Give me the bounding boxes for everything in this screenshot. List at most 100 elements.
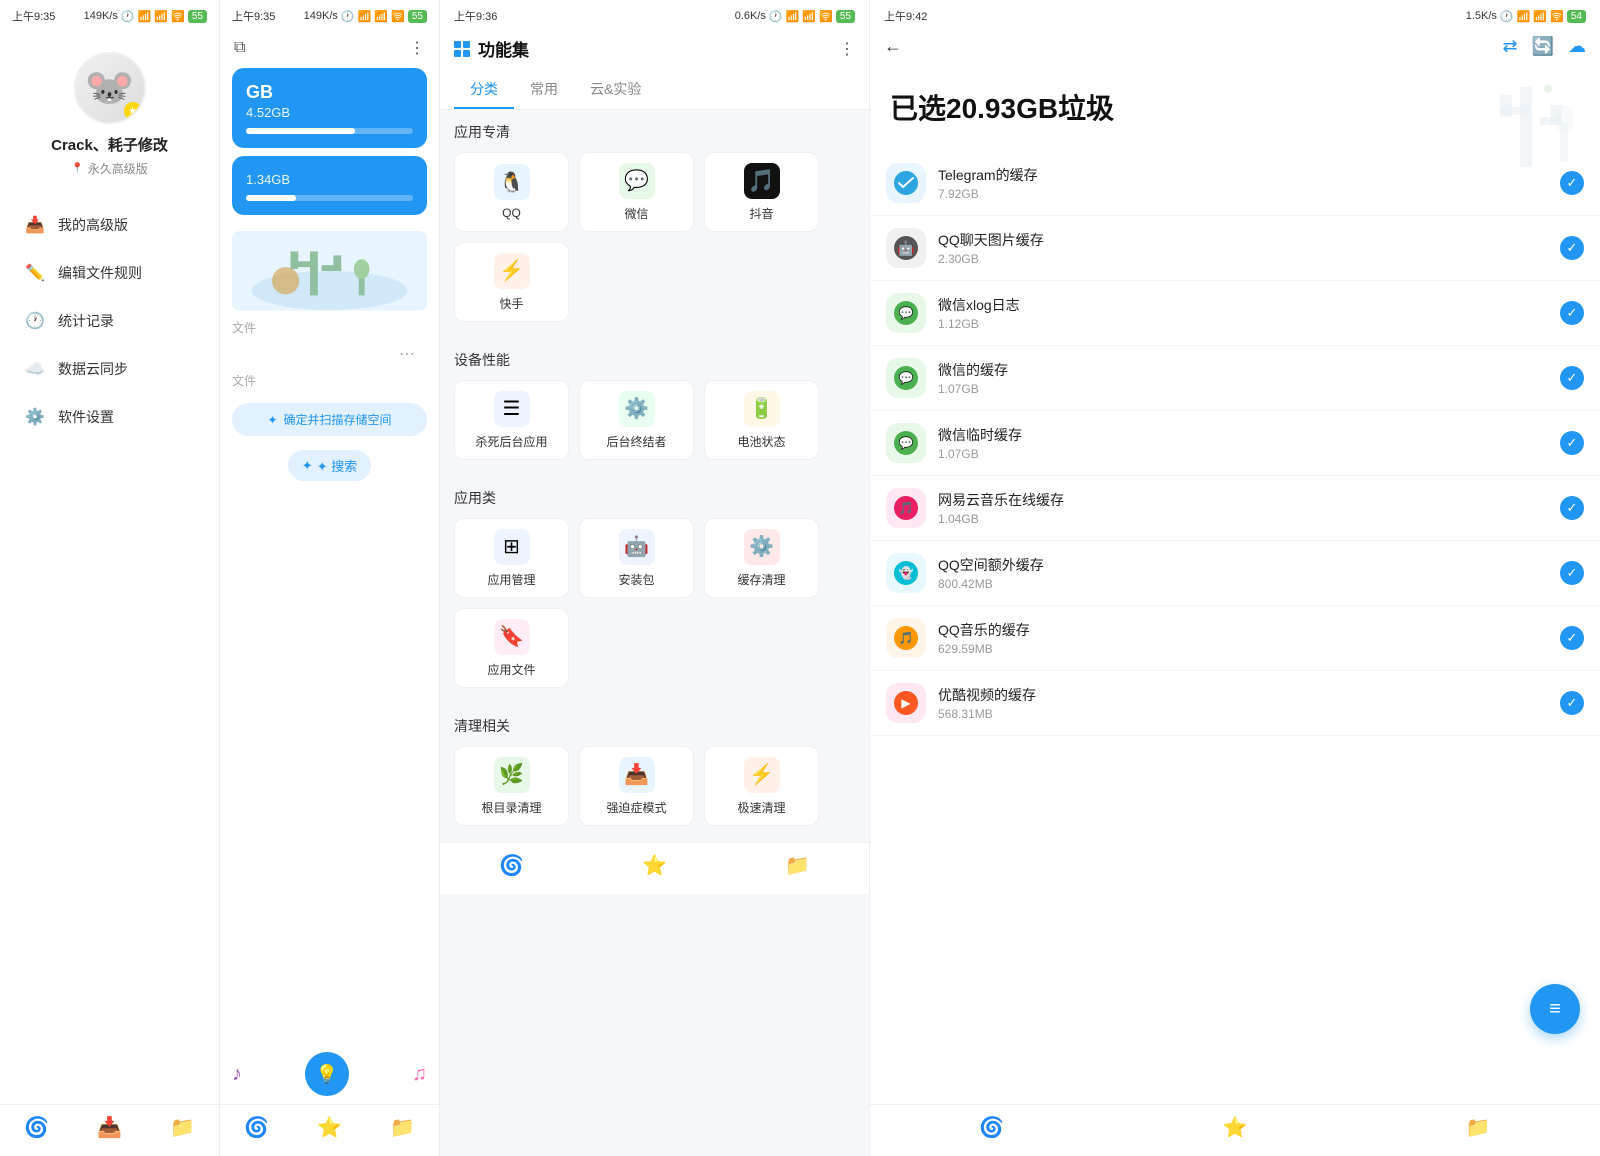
check-icon[interactable]: ✓ xyxy=(1560,561,1584,585)
list-item[interactable]: 💬 微信xlog日志 1.12GB ✓ xyxy=(870,281,1600,346)
storage-label-1: GB xyxy=(246,82,413,103)
fastclean-label: 极速清理 xyxy=(737,799,785,816)
feature-root-clean[interactable]: 🌿 根目录清理 xyxy=(454,746,569,826)
bottom-nav-folder[interactable]: 📁 xyxy=(170,1115,195,1140)
p4-bottom-star[interactable]: ⭐ xyxy=(1223,1115,1248,1140)
back-button[interactable]: ← xyxy=(884,36,902,57)
bottom-nav-download[interactable]: 📥 xyxy=(97,1115,122,1140)
feature-ocd[interactable]: 📥 强迫症模式 xyxy=(579,746,694,826)
bottom-nav-fan[interactable]: 🌀 xyxy=(24,1115,49,1140)
storage-size-1: 4.52GB xyxy=(246,105,413,120)
list-item[interactable]: 🎵 网易云音乐在线缓存 1.04GB ✓ xyxy=(870,476,1600,541)
more-icon-p2[interactable]: ⋮ xyxy=(409,38,425,58)
bottom-nav-p3: 🌀 ⭐ 📁 xyxy=(440,842,869,894)
feature-wechat[interactable]: 💬 微信 xyxy=(579,152,694,232)
app-name: 优酷视频的缓存 xyxy=(938,685,1548,705)
feature-app-manage[interactable]: ⊞ 应用管理 xyxy=(454,518,569,598)
tab-cloud[interactable]: 云&实验 xyxy=(574,71,657,109)
app-name: QQ音乐的缓存 xyxy=(938,620,1548,640)
list-item[interactable]: 🎵 QQ音乐的缓存 629.59MB ✓ xyxy=(870,606,1600,671)
float-action-btn[interactable]: 💡 xyxy=(305,1052,349,1096)
apk-label: 安装包 xyxy=(618,571,654,588)
list-item[interactable]: 👻 QQ空间额外缓存 800.42MB ✓ xyxy=(870,541,1600,606)
feature-grid-clean: 🌿 根目录清理 📥 强迫症模式 ⚡ 极速清理 xyxy=(454,746,855,826)
feature-kuaishou[interactable]: ⚡ 快手 xyxy=(454,242,569,322)
nav-item-stats[interactable]: 🕐 统计记录 xyxy=(16,297,203,345)
trash-item-info: 微信xlog日志 1.12GB xyxy=(938,295,1548,331)
p4-bottom-fan[interactable]: 🌀 xyxy=(979,1115,1004,1140)
list-item[interactable]: ▶ 优酷视频的缓存 568.31MB ✓ xyxy=(870,671,1600,736)
list-item[interactable]: 💬 微信临时缓存 1.07GB ✓ xyxy=(870,411,1600,476)
storage-card-2: 1.34GB xyxy=(232,156,427,215)
storage-size-2: 1.34GB xyxy=(246,172,413,187)
feature-kill-bg[interactable]: ☰ 杀死后台应用 xyxy=(454,380,569,460)
list-item[interactable]: 💬 微信的缓存 1.07GB ✓ xyxy=(870,346,1600,411)
qqmusic-icon: 🎵 xyxy=(886,618,926,658)
tab-classify[interactable]: 分类 xyxy=(454,71,514,109)
statusbar-panel2: 上午9:35 149K/s 🕐 📶 📶 🛜 55 xyxy=(220,0,439,28)
trash-item-info: 微信临时缓存 1.07GB xyxy=(938,425,1548,461)
p2-bottom-star[interactable]: ⭐ xyxy=(317,1115,342,1140)
nav-item-edit-rules[interactable]: ✏️ 编辑文件规则 xyxy=(16,249,203,297)
check-icon[interactable]: ✓ xyxy=(1560,496,1584,520)
nav-item-premium[interactable]: 📥 我的高级版 xyxy=(16,201,203,249)
feature-fast-clean[interactable]: ⚡ 极速清理 xyxy=(704,746,819,826)
nav-item-settings[interactable]: ⚙️ 软件设置 xyxy=(16,393,203,441)
scan-button[interactable]: ✦ 确定并扫描存储空间 xyxy=(232,403,427,436)
more-icon-p3[interactable]: ⋮ xyxy=(839,39,855,59)
backend-label: 后台终结者 xyxy=(606,433,666,450)
feature-douyin[interactable]: 🎵 抖音 xyxy=(704,152,819,232)
app-name: 微信xlog日志 xyxy=(938,295,1548,315)
feature-battery[interactable]: 🔋 电池状态 xyxy=(704,380,819,460)
check-icon[interactable]: ✓ xyxy=(1560,366,1584,390)
feature-apk[interactable]: 🤖 安装包 xyxy=(579,518,694,598)
p4-bottom-folder[interactable]: 📁 xyxy=(1466,1115,1491,1140)
ocd-icon: 📥 xyxy=(619,757,655,793)
fab-button[interactable]: ≡ xyxy=(1530,984,1580,1034)
feature-cache-clean[interactable]: ⚙️ 缓存清理 xyxy=(704,518,819,598)
feature-qq[interactable]: 🐧 QQ xyxy=(454,152,569,232)
storage-card-1: GB 4.52GB xyxy=(232,68,427,148)
panel4-header: ← ⇄ 🔄 ☁ xyxy=(870,28,1600,67)
check-icon[interactable]: ✓ xyxy=(1560,301,1584,325)
trash-item-info: QQ空间额外缓存 800.42MB xyxy=(938,555,1548,591)
app-size: 7.92GB xyxy=(938,187,1548,201)
tab-common[interactable]: 常用 xyxy=(514,71,574,109)
check-icon[interactable]: ✓ xyxy=(1560,691,1584,715)
feature-backend[interactable]: ⚙️ 后台终结者 xyxy=(579,380,694,460)
feature-grid-app-clean: 🐧 QQ 💬 微信 🎵 抖音 ⚡ 快手 xyxy=(454,152,855,322)
list-item[interactable]: 🤖 QQ聊天图片缓存 2.30GB ✓ xyxy=(870,216,1600,281)
status-time-p4: 上午9:42 xyxy=(884,8,927,24)
check-icon[interactable]: ✓ xyxy=(1560,431,1584,455)
refresh-icon[interactable]: 🔄 xyxy=(1532,36,1554,57)
app-size: 629.59MB xyxy=(938,642,1548,656)
dots-btn-p2[interactable]: ⋯ xyxy=(387,338,427,371)
wechat-temp-icon: 💬 xyxy=(886,423,926,463)
p2-bottom-folder[interactable]: 📁 xyxy=(390,1115,415,1140)
cache-icon: ⚙️ xyxy=(744,529,780,565)
battery-label: 电池状态 xyxy=(737,433,785,450)
p3-bottom-star[interactable]: ⭐ xyxy=(642,853,667,878)
trash-item-info: Telegram的缓存 7.92GB xyxy=(938,165,1548,201)
search-pill[interactable]: ✦ ✦ 搜索 xyxy=(288,450,371,481)
panel-storage-scanner: 上午9:35 149K/s 🕐 📶 📶 🛜 55 ⧉ ⋮ GB 4.52GB 1… xyxy=(220,0,440,1156)
panel4-content: 已选20.93GB垃圾 Telegram的缓存 7.92GB ✓ 🤖 xyxy=(870,67,1600,1104)
swap-icon[interactable]: ⇄ xyxy=(1502,36,1517,57)
p2-bottom-fan[interactable]: 🌀 xyxy=(244,1115,269,1140)
files-label: 文件 xyxy=(232,319,427,336)
p3-bottom-fan[interactable]: 🌀 xyxy=(499,853,524,878)
backend-icon: ⚙️ xyxy=(619,391,655,427)
wechat-label: 微信 xyxy=(624,205,648,222)
cloud-icon: ☁️ xyxy=(24,358,46,380)
p3-bottom-folder[interactable]: 📁 xyxy=(785,853,810,878)
cloud-upload-icon[interactable]: ☁ xyxy=(1568,36,1586,57)
nav-item-cloud-sync[interactable]: ☁️ 数据云同步 xyxy=(16,345,203,393)
section-title-apptype: 应用类 xyxy=(454,488,855,508)
check-icon[interactable]: ✓ xyxy=(1560,626,1584,650)
premium-icon: 📥 xyxy=(24,214,46,236)
check-icon[interactable]: ✓ xyxy=(1560,236,1584,260)
app-size: 1.12GB xyxy=(938,317,1548,331)
feature-app-file[interactable]: 🔖 应用文件 xyxy=(454,608,569,688)
status-time-p1: 上午9:35 xyxy=(12,8,55,24)
compare-icon[interactable]: ⧉ xyxy=(234,39,245,57)
